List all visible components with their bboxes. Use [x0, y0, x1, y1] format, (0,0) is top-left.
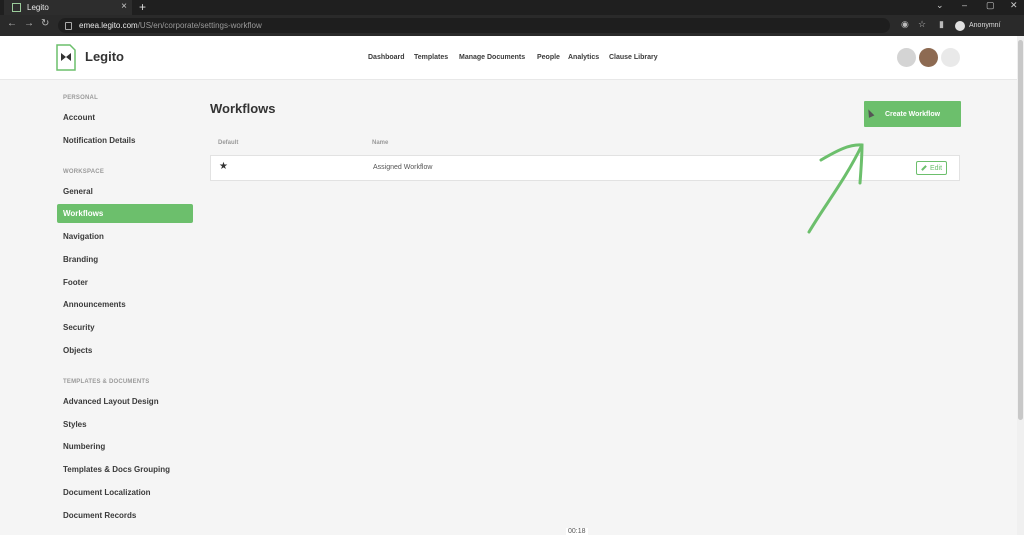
column-header-name[interactable]: Name: [372, 140, 388, 146]
brand-name[interactable]: Legito: [85, 49, 124, 64]
profile-label: Anonymní: [969, 22, 1001, 29]
back-icon[interactable]: ←: [7, 18, 17, 29]
bookmark-star-icon[interactable]: ☆: [918, 19, 926, 30]
nav-clause-library[interactable]: Clause Library: [609, 54, 658, 61]
sidebar-item-footer[interactable]: Footer: [63, 278, 88, 287]
close-window-icon[interactable]: ✕: [1010, 0, 1018, 11]
minimize-icon[interactable]: –: [962, 0, 967, 10]
sidebar-item-navigation[interactable]: Navigation: [63, 232, 104, 241]
sidebar-item-advanced-layout-design[interactable]: Advanced Layout Design: [63, 397, 159, 406]
sidebar-item-objects[interactable]: Objects: [63, 346, 92, 355]
edit-button[interactable]: Edit: [916, 161, 947, 175]
nav-manage-documents[interactable]: Manage Documents: [459, 54, 525, 61]
legito-logo-icon[interactable]: [56, 44, 76, 71]
notifications-bell-icon[interactable]: [897, 48, 916, 67]
url-path: /US/en/corporate/settings-workflow: [137, 21, 262, 30]
browser-address-row: ← → ↻ emea.legito.com/US/en/corporate/se…: [0, 15, 1024, 36]
sidebar-item-workflows[interactable]: Workflows: [57, 204, 193, 223]
incognito-eye-icon[interactable]: ◉: [901, 19, 909, 30]
edit-label: Edit: [929, 164, 943, 172]
sidebar-item-announcements[interactable]: Announcements: [63, 300, 126, 309]
table-row[interactable]: ★ Assigned Workflow Edit: [210, 155, 960, 181]
column-header-default[interactable]: Default: [218, 140, 238, 146]
video-timer: 00:18: [566, 528, 588, 535]
sidebar-heading-templates: TEMPLATES & DOCUMENTS: [63, 379, 150, 385]
nav-templates[interactable]: Templates: [414, 54, 448, 61]
user-avatar[interactable]: [919, 48, 938, 67]
profile-avatar-icon: [955, 20, 965, 31]
sidepanel-icon[interactable]: ▮: [939, 19, 944, 30]
profile-button[interactable]: Anonymní: [955, 18, 1001, 33]
new-tab-icon[interactable]: +: [139, 0, 146, 14]
sidebar-item-security[interactable]: Security: [63, 323, 95, 332]
tab-search-icon[interactable]: ⌄: [936, 0, 944, 11]
tab-title: Legito: [27, 3, 49, 12]
sidebar-item-document-records[interactable]: Document Records: [63, 511, 136, 520]
sidebar-item-branding[interactable]: Branding: [63, 255, 98, 264]
nav-analytics[interactable]: Analytics: [568, 54, 599, 61]
sidebar-item-document-localization[interactable]: Document Localization: [63, 488, 151, 497]
language-flag-icon[interactable]: [941, 48, 960, 67]
reload-icon[interactable]: ↻: [41, 18, 49, 29]
pencil-icon: [921, 165, 927, 171]
page-title: Workflows: [210, 101, 276, 116]
sidebar-item-numbering[interactable]: Numbering: [63, 442, 105, 451]
url-domain: emea.legito.com: [79, 21, 138, 30]
workflow-name: Assigned Workflow: [373, 164, 433, 171]
sidebar-item-notification-details[interactable]: Notification Details: [63, 136, 135, 145]
address-bar[interactable]: emea.legito.com/US/en/corporate/settings…: [58, 18, 890, 33]
sidebar-item-general[interactable]: General: [63, 187, 93, 196]
sidebar-heading-personal: PERSONAL: [63, 95, 98, 101]
forward-icon[interactable]: →: [24, 18, 34, 29]
sidebar-item-templates-docs-grouping[interactable]: Templates & Docs Grouping: [63, 465, 170, 474]
favicon-icon: [12, 3, 21, 12]
browser-tab-bar: Legito × + ⌄ – ▢ ✕: [0, 0, 1024, 15]
create-workflow-button[interactable]: Create Workflow: [864, 101, 961, 127]
sidebar-heading-workspace: WORKSPACE: [63, 169, 105, 175]
nav-people[interactable]: People: [537, 54, 560, 61]
scrollbar-thumb[interactable]: [1018, 40, 1023, 420]
lock-icon: [65, 21, 72, 30]
browser-tab[interactable]: Legito ×: [4, 0, 132, 15]
maximize-icon[interactable]: ▢: [986, 0, 995, 11]
annotation-arrow: [807, 143, 864, 234]
tab-close-icon[interactable]: ×: [121, 1, 127, 12]
sidebar-item-account[interactable]: Account: [63, 113, 95, 122]
default-star-icon[interactable]: ★: [219, 161, 228, 172]
page-scrollbar[interactable]: [1017, 36, 1024, 535]
nav-dashboard[interactable]: Dashboard: [368, 54, 405, 61]
sidebar-item-styles[interactable]: Styles: [63, 420, 87, 429]
